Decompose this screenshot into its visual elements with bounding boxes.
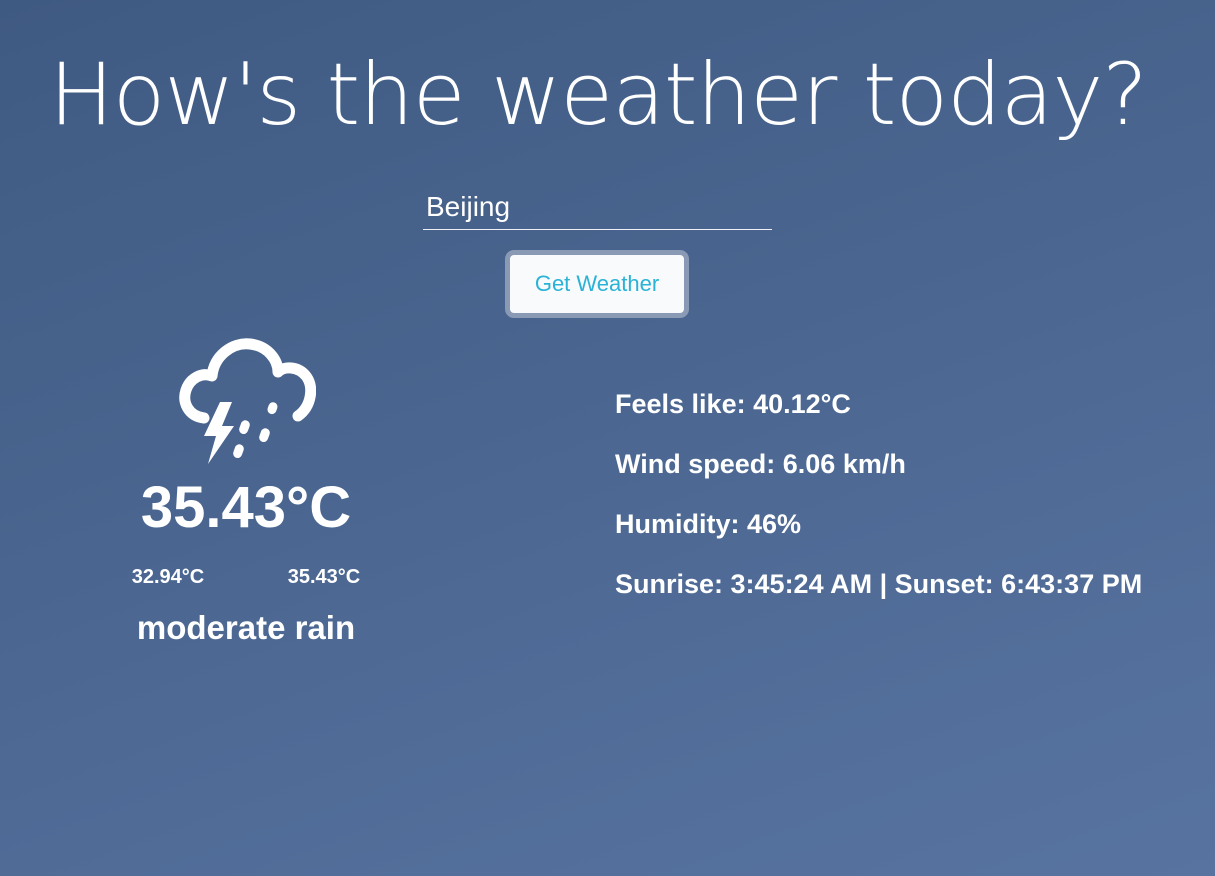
wind-speed: Wind speed: 6.06 km/h [615, 449, 906, 479]
city-input[interactable] [423, 186, 772, 230]
get-weather-button[interactable]: Get Weather [505, 250, 689, 318]
humidity: Humidity: 46% [615, 509, 802, 539]
weather-description: moderate rain [136, 609, 356, 646]
thunderstorm-rain-cloud-icon [178, 336, 317, 468]
feels-like: Feels like: 40.12°C [615, 389, 851, 419]
min-temperature: 32.94°C [131, 566, 205, 588]
sunrise-sunset: Sunrise: 3:45:24 AM | Sunset: 6:43:37 PM [615, 569, 1143, 599]
weather-details: Feels like: 40.12°C Wind speed: 6.06 km/… [615, 386, 1205, 626]
page-title: How's the weather today? [49, 45, 1148, 145]
max-temperature: 35.43°C [287, 566, 361, 588]
weather-app: How's the weather today? Get Weather 35.… [0, 0, 1215, 876]
current-temperature: 35.43°C [140, 475, 352, 540]
